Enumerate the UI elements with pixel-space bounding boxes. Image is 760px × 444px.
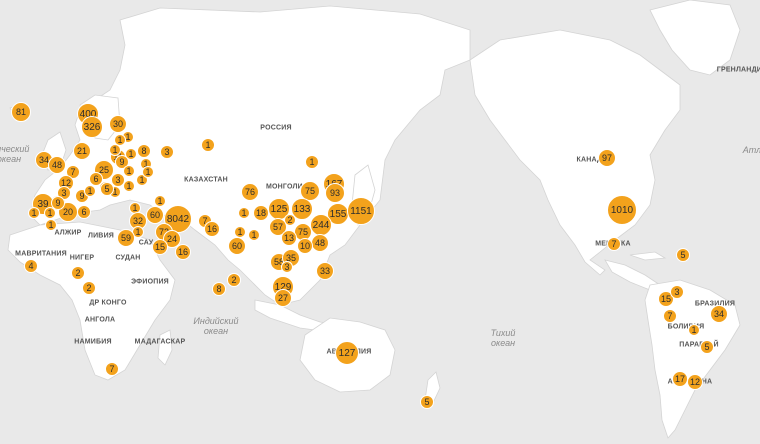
case-marker-philippines[interactable]: 33 [316,262,334,280]
case-marker-mongolia-w[interactable]: 1 [238,207,250,219]
case-marker-australia[interactable]: 127 [335,341,359,365]
case-marker-korea-n[interactable]: 93 [325,183,345,203]
case-marker-venezuela[interactable]: 3 [670,285,684,299]
case-marker-bhutan[interactable]: 18 [253,205,269,221]
country-label-kazakhstan: КАЗАХСТАН [184,176,228,184]
country-label-greenland: ГРЕНЛАНДИЯ [716,66,760,74]
case-marker-paraguay[interactable]: 5 [700,340,714,354]
case-marker-denmark[interactable]: 21 [73,142,91,160]
case-marker-cameroon[interactable]: 2 [82,281,96,295]
case-marker-south-africa[interactable]: 7 [105,362,119,376]
case-marker-argentina[interactable]: 12 [687,374,703,390]
case-marker-russia-west[interactable]: 8 [137,144,151,158]
country-label-ethiopia: ЭФИОПИЯ [131,278,169,286]
case-marker-taiwan[interactable]: 10 [297,238,313,254]
map-base [0,0,760,444]
case-marker-brazil[interactable]: 34 [710,305,728,323]
country-label-russia: РОССИЯ [260,124,292,132]
case-marker-slovenia[interactable]: 5 [100,182,114,196]
case-marker-morocco[interactable]: 1 [45,219,57,231]
case-marker-moscow[interactable]: 3 [160,145,174,159]
country-label-drc: ДР КОНГО [89,299,127,307]
country-label-angola: АНГОЛА [84,316,116,324]
case-marker-egypt[interactable]: 59 [117,229,135,247]
case-marker-ecuador[interactable]: 7 [663,309,677,323]
case-marker-singapore[interactable]: 27 [274,289,292,307]
country-label-namibia: НАМИБИЯ [74,338,112,346]
case-marker-iraq[interactable]: 60 [146,206,164,224]
case-marker-cambodia[interactable]: 3 [281,261,293,273]
case-marker-kazakhstan-east[interactable]: 76 [241,183,259,201]
case-marker-canada[interactable]: 97 [598,149,616,167]
case-marker-maldives[interactable]: 8 [212,282,226,296]
country-label-libya: ЛИВИЯ [87,232,115,240]
case-marker-tanzania[interactable]: 2 [227,273,241,287]
ocean-label-pacific: Тихий океан [490,328,516,348]
case-marker-portugal[interactable]: 1 [28,207,40,219]
world-map[interactable]: ГРЕНЛАНДИЯРОССИЯКАЗАХСТАНМОНГОЛИЯАЛЖИРЛИ… [0,0,760,444]
case-marker-finland[interactable]: 30 [109,115,127,133]
case-marker-japan[interactable]: 1151 [347,197,375,225]
country-label-mauritania: МАВРИТАНИЯ [15,250,67,258]
case-marker-lithuania[interactable]: 1 [109,144,121,156]
case-marker-hungary[interactable]: 1 [123,165,135,177]
case-marker-pakistan[interactable]: 16 [204,221,220,237]
ocean-label-atlantic-east: Атл [742,145,760,155]
case-marker-uae[interactable]: 16 [175,244,191,260]
country-label-madagascar: МАДАГАСКАР [134,338,186,346]
case-marker-china-e[interactable]: 244 [310,214,332,236]
case-marker-nigeria[interactable]: 2 [71,266,85,280]
case-marker-armenia[interactable]: 1 [142,166,154,178]
case-marker-greece[interactable]: 6 [77,205,91,219]
case-marker-dominican[interactable]: 5 [676,248,690,262]
case-marker-india-n[interactable]: 1 [234,226,246,238]
ocean-label-indian: Индийский океан [193,316,239,336]
case-marker-nepal[interactable]: 1 [248,229,260,241]
country-label-sudan: СУДАН [115,254,141,262]
case-marker-saudi-arabia[interactable]: 15 [152,239,168,255]
case-marker-myanmar[interactable]: 13 [281,230,297,246]
case-marker-russia-siberia[interactable]: 1 [201,138,215,152]
case-marker-uk[interactable]: 48 [48,156,66,174]
case-marker-new-zealand[interactable]: 5 [420,395,434,409]
case-marker-india[interactable]: 60 [228,237,246,255]
case-marker-chile[interactable]: 17 [672,371,688,387]
country-label-algeria: АЛЖИР [54,229,82,237]
case-marker-peru[interactable]: 1 [688,324,700,336]
case-marker-algeria[interactable]: 9 [51,196,65,210]
case-marker-hongkong[interactable]: 48 [311,234,329,252]
case-marker-bulgaria[interactable]: 1 [123,180,135,192]
case-marker-russia-east[interactable]: 1 [305,155,319,169]
case-marker-croatia[interactable]: 1 [84,185,96,197]
case-marker-iceland[interactable]: 81 [11,102,31,122]
country-label-niger: НИГЕР [69,254,95,262]
case-marker-senegal[interactable]: 4 [24,259,38,273]
case-marker-sweden[interactable]: 326 [81,116,103,138]
ocean-label-atlantic-west: тический океан [0,144,30,164]
case-marker-usa[interactable]: 1010 [607,195,637,225]
case-marker-mexico[interactable]: 7 [607,237,621,251]
